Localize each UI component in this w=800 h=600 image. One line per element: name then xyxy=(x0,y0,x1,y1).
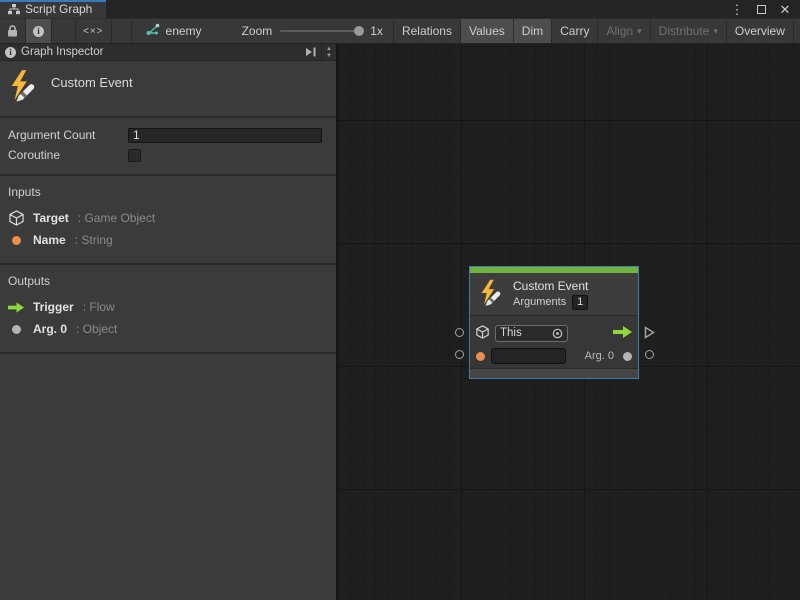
zoom-slider[interactable] xyxy=(280,30,362,32)
distribute-dropdown-button[interactable]: Distribute ▾ xyxy=(651,19,727,43)
inspector-empty-area xyxy=(0,354,336,600)
spinner-down-icon[interactable]: ▼ xyxy=(326,53,332,59)
unit-title: Custom Event xyxy=(51,75,133,90)
align-dropdown-button[interactable]: Align ▾ xyxy=(598,19,650,43)
relations-button[interactable]: Relations xyxy=(394,19,461,43)
object-picker-icon[interactable] xyxy=(552,328,563,339)
outputs-title: Outputs xyxy=(8,274,328,288)
unit-settings-block: Argument Count Coroutine xyxy=(0,118,336,176)
carry-button[interactable]: Carry xyxy=(552,19,598,43)
input-port-target: Target : Game Object xyxy=(8,207,328,229)
argument-count-row: Argument Count xyxy=(8,125,326,145)
zoom-slider-handle[interactable] xyxy=(354,26,364,36)
code-preview-button[interactable]: <×> xyxy=(76,19,112,43)
node-arguments-field[interactable]: 1 xyxy=(572,295,588,310)
argument-count-label: Argument Count xyxy=(8,128,128,142)
overview-button[interactable]: Overview xyxy=(727,19,794,43)
tab-script-graph[interactable]: Script Graph xyxy=(0,0,106,18)
node-header[interactable]: Custom Event Arguments 1 xyxy=(470,273,638,315)
custom-event-icon xyxy=(8,69,38,106)
node-row-arg0: Arg. 0 xyxy=(476,347,632,365)
node-title: Custom Event xyxy=(513,279,588,293)
graph-inspector-header: i Graph Inspector ▲ ▼ xyxy=(0,44,336,61)
argument-count-input[interactable] xyxy=(128,128,322,143)
full-screen-button[interactable]: Full Screen xyxy=(794,19,800,43)
zoom-label: Zoom xyxy=(242,24,273,38)
graph-nodes-icon xyxy=(146,23,160,39)
panel-scroll-spinner[interactable]: ▲ ▼ xyxy=(321,44,336,60)
outputs-section: Outputs Trigger : Flow Arg. 0 : Object xyxy=(0,265,336,354)
output-port-trigger[interactable] xyxy=(644,326,655,342)
close-icon[interactable]: ✕ xyxy=(778,2,792,16)
graph-tree-icon xyxy=(8,4,20,15)
node-arguments-label: Arguments xyxy=(513,296,566,308)
inputs-section: Inputs Target : Game Object Name : Strin… xyxy=(0,176,336,265)
dock-panel-icon[interactable] xyxy=(301,44,321,60)
event-name-field[interactable] xyxy=(491,348,566,364)
code-icon: <×> xyxy=(83,26,104,37)
graph-inspector-panel: i Graph Inspector ▲ ▼ xyxy=(0,44,336,600)
flow-arrow-icon xyxy=(8,302,24,313)
maximize-icon[interactable] xyxy=(754,2,768,16)
zoom-control: Zoom 1x xyxy=(216,19,393,43)
string-value-dot-icon xyxy=(476,352,485,361)
input-port-target[interactable] xyxy=(455,328,464,337)
dim-button[interactable]: Dim xyxy=(514,19,552,43)
node-arg0-label: Arg. 0 xyxy=(585,350,614,362)
graph-canvas[interactable]: Custom Event Arguments 1 xyxy=(336,44,800,600)
zoom-level: 1x xyxy=(370,24,383,38)
flow-arrow-icon xyxy=(613,326,632,341)
game-object-cube-icon xyxy=(476,325,489,342)
node-footer xyxy=(470,368,638,378)
custom-event-node[interactable]: Custom Event Arguments 1 xyxy=(469,266,639,379)
graph-toolbar: i <×> enemy Zoom 1 xyxy=(0,18,800,44)
input-port-name[interactable] xyxy=(455,350,464,359)
chevron-down-icon: ▾ xyxy=(713,26,718,37)
window-controls: ⋮ ✕ xyxy=(730,0,800,18)
output-port-arg0: Arg. 0 : Object xyxy=(8,318,328,340)
node-body: This xyxy=(470,316,638,371)
toolbar-right-group: Relations Values Dim Carry Align ▾ Distr… xyxy=(393,19,800,43)
game-object-cube-icon xyxy=(8,210,24,226)
node-row-target: This xyxy=(476,324,632,342)
inspector-toggle-button[interactable]: i xyxy=(26,19,52,43)
tab-title: Script Graph xyxy=(25,2,92,16)
info-icon: i xyxy=(5,47,16,58)
tab-bar: Script Graph ⋮ ✕ xyxy=(0,0,800,18)
coroutine-row: Coroutine xyxy=(8,145,326,165)
inputs-title: Inputs xyxy=(8,185,328,199)
menu-icon[interactable]: ⋮ xyxy=(730,2,744,16)
info-icon: i xyxy=(33,26,44,37)
object-value-dot-icon xyxy=(8,325,24,334)
graph-inspector-title: Graph Inspector xyxy=(21,46,103,58)
graph-breadcrumb[interactable]: enemy xyxy=(132,19,216,43)
coroutine-label: Coroutine xyxy=(8,148,128,162)
object-value-dot-icon xyxy=(623,352,632,361)
values-button[interactable]: Values xyxy=(461,19,514,43)
input-port-name: Name : String xyxy=(8,229,328,251)
target-self-dropdown[interactable]: This xyxy=(495,325,568,342)
chevron-down-icon: ▾ xyxy=(637,26,642,37)
active-tab-indicator xyxy=(0,0,106,2)
output-port-trigger: Trigger : Flow xyxy=(8,296,328,318)
custom-event-icon xyxy=(478,279,504,310)
lock-icon xyxy=(7,25,18,37)
lock-button[interactable] xyxy=(0,19,26,43)
string-value-dot-icon xyxy=(8,236,24,245)
script-graph-window: Script Graph ⋮ ✕ i <×> xyxy=(0,0,800,600)
spinner-up-icon[interactable]: ▲ xyxy=(326,46,332,52)
toolbar-left-group: i <×> xyxy=(0,19,132,43)
output-port-arg0[interactable] xyxy=(645,350,654,359)
coroutine-checkbox[interactable] xyxy=(128,149,141,162)
graph-name-label: enemy xyxy=(166,24,202,38)
unit-title-block: Custom Event xyxy=(0,61,336,118)
